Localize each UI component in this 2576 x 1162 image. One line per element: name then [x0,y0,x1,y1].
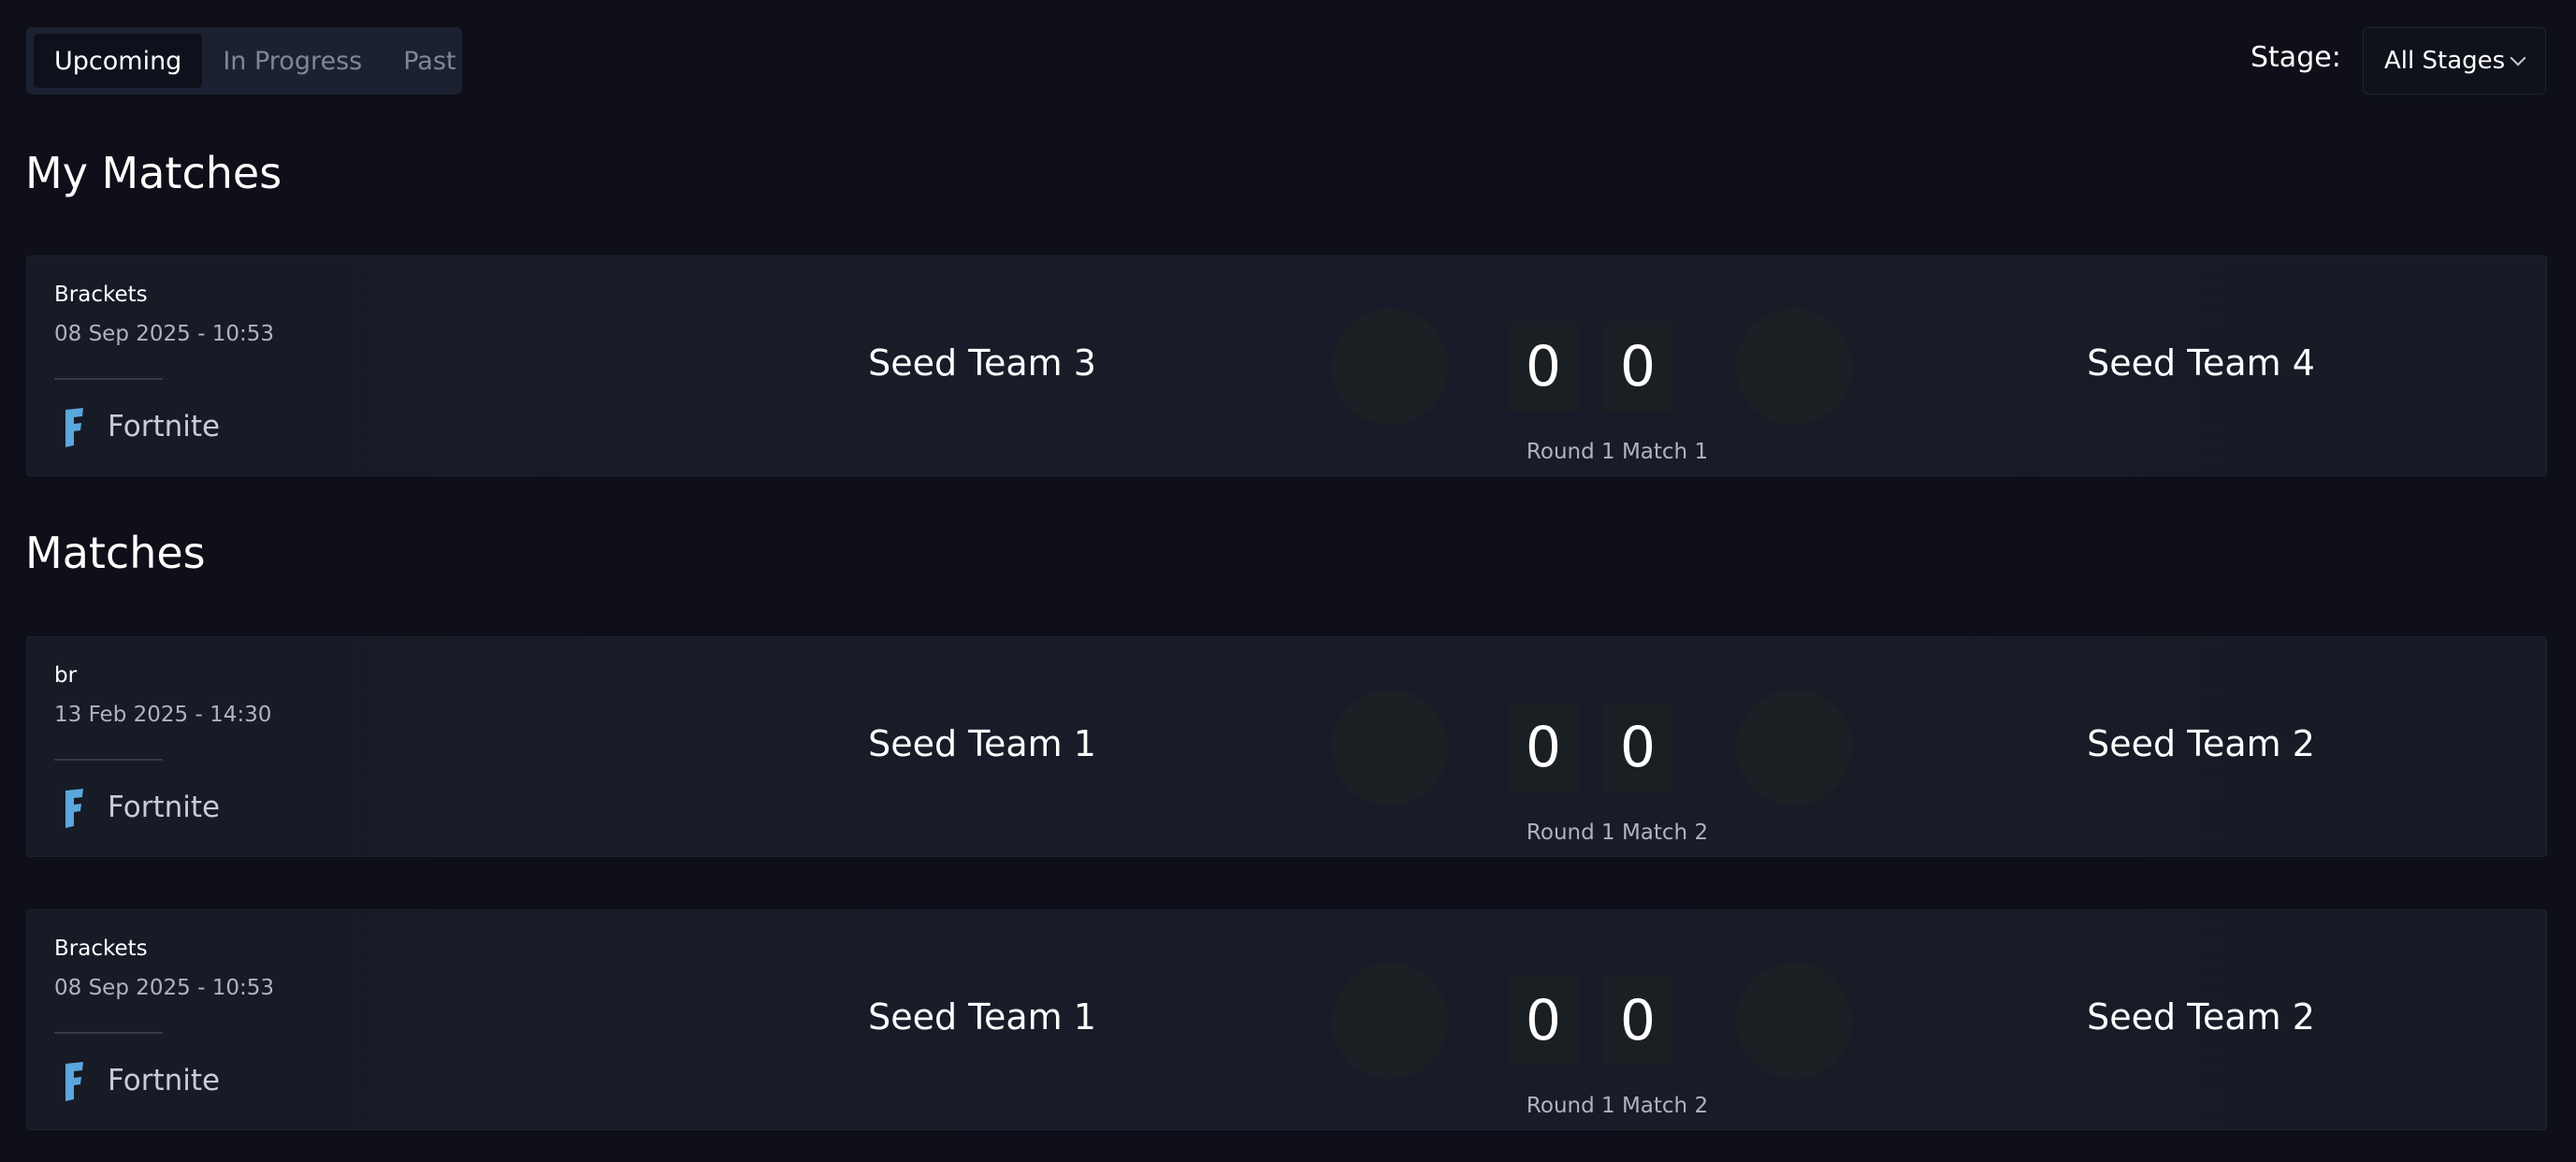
tab-past[interactable]: Past [383,34,476,88]
team-b-name[interactable]: Seed Team 2 [1967,723,2435,764]
match-round-label: Round 1 Match 2 [1526,1094,1709,1118]
team-b-avatar [1736,963,1852,1079]
match-card[interactable]: br 13 Feb 2025 - 14:30 Fortnite Seed Tea… [26,636,2547,857]
divider [54,1032,163,1034]
team-a-avatar [1332,690,1448,806]
match-round-label: Round 1 Match 1 [1526,440,1709,464]
game-name: Fortnite [108,791,221,824]
match-card[interactable]: Brackets 08 Sep 2025 - 10:53 Fortnite Se… [26,255,2547,476]
team-b-score: 0 [1602,322,1673,412]
game-name: Fortnite [108,410,221,443]
my-matches-heading: My Matches [25,148,282,198]
team-a-avatar [1332,963,1448,1079]
match-card[interactable]: Brackets 08 Sep 2025 - 10:53 Fortnite Se… [26,909,2547,1130]
team-a-score: 0 [1508,976,1579,1066]
divider [54,378,163,380]
matches-heading: Matches [25,528,206,578]
team-b-name[interactable]: Seed Team 4 [1967,342,2435,384]
stage-select[interactable]: All Stages [2363,27,2546,94]
team-a-score: 0 [1508,703,1579,792]
tab-upcoming[interactable]: Upcoming [34,34,203,88]
team-b-score: 0 [1602,703,1673,792]
team-b-avatar [1736,690,1852,806]
stage-filter-label: Stage: [2250,41,2341,74]
stage-select-value: All Stages [2384,47,2506,75]
fortnite-icon [65,789,83,828]
fortnite-icon [65,408,83,447]
team-a-name[interactable]: Seed Team 3 [748,342,1216,384]
team-b-name[interactable]: Seed Team 2 [1967,996,2435,1038]
match-date: 08 Sep 2025 - 10:53 [54,322,274,346]
match-round-label: Round 1 Match 2 [1526,821,1709,845]
game-name: Fortnite [108,1064,221,1097]
divider [54,759,163,761]
match-date: 13 Feb 2025 - 14:30 [54,703,272,727]
matches-page: Upcoming In Progress Past Stage: All Sta… [0,0,2576,1162]
match-tournament-name: Brackets [54,283,148,307]
match-date: 08 Sep 2025 - 10:53 [54,976,274,1000]
team-a-name[interactable]: Seed Team 1 [748,996,1216,1038]
chevron-down-icon [2510,50,2526,66]
tab-in-progress[interactable]: In Progress [202,34,383,88]
team-b-score: 0 [1602,976,1673,1066]
team-a-score: 0 [1508,322,1579,412]
team-b-avatar [1736,309,1852,425]
match-status-tabs: Upcoming In Progress Past [26,27,462,94]
team-a-name[interactable]: Seed Team 1 [748,723,1216,764]
fortnite-icon [65,1062,83,1101]
match-tournament-name: Brackets [54,937,148,961]
team-a-avatar [1332,309,1448,425]
match-tournament-name: br [54,663,78,688]
